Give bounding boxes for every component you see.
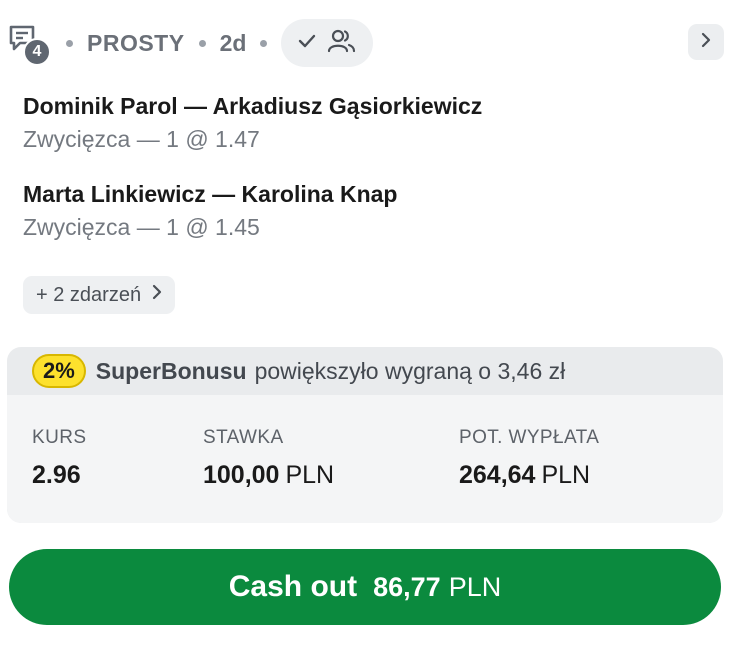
bet-type-label: PROSTY — [87, 29, 185, 56]
selection-list: Dominik Parol — Arkadiusz Gąsiorkiewicz … — [23, 90, 723, 266]
payout-label: POT. WYPŁATA — [459, 427, 600, 448]
people-icon — [327, 28, 357, 59]
bet-status-pill[interactable] — [281, 19, 374, 67]
next-button[interactable] — [688, 24, 724, 60]
check-icon — [297, 31, 317, 56]
separator-dot — [260, 39, 268, 47]
bonus-percent-badge: 2% — [32, 354, 86, 388]
more-events-label: + 2 zdarzeń — [36, 283, 142, 306]
chevron-right-icon — [699, 32, 713, 53]
selection-market: Zwycięzca — 1 @ 1.47 — [23, 126, 260, 152]
selection-event: Marta Linkiewicz — Karolina Knap — [23, 181, 398, 207]
payout-currency: PLN — [541, 461, 591, 489]
separator-dot — [198, 39, 206, 47]
payout-value-row: 264,64 PLN — [459, 461, 599, 490]
selection-count-badge: 4 — [23, 38, 51, 66]
bonus-text: powiększyło wygraną o 3,46 zł — [254, 357, 566, 384]
separator-dot — [66, 39, 73, 47]
stake-stat: STAWKA 100,00 PLN — [203, 427, 334, 490]
bet-stats: KURS 2.96 STAWKA 100,00 PLN POT. WYPŁATA … — [7, 395, 723, 523]
cashout-button[interactable]: Cash out 86,77 PLN — [9, 549, 721, 625]
more-events-button[interactable]: + 2 zdarzeń — [23, 276, 176, 314]
stake-label: STAWKA — [203, 427, 284, 448]
chevron-right-icon — [151, 283, 163, 307]
payout-value: 264,64 — [459, 461, 536, 489]
bet-age-label: 2d — [219, 29, 247, 56]
bet-header: 4 PROSTY 2d — [6, 18, 724, 68]
stake-value: 100,00 — [203, 461, 280, 489]
selection-item[interactable]: Dominik Parol — Arkadiusz Gąsiorkiewicz … — [23, 90, 723, 156]
payout-stat: POT. WYPŁATA 264,64 PLN — [459, 427, 599, 490]
selection-event: Dominik Parol — Arkadiusz Gąsiorkiewicz — [23, 93, 483, 119]
bet-summary-card: 2% SuperBonusu powiększyło wygraną o 3,4… — [7, 347, 723, 523]
bonus-name: SuperBonusu — [95, 357, 247, 384]
cashout-currency: PLN — [448, 571, 502, 602]
stake-currency: PLN — [285, 461, 335, 489]
bet-slip-icon: 4 — [6, 20, 52, 66]
odds-value: 2.96 — [32, 461, 81, 489]
cashout-amount: 86,77 — [373, 571, 441, 602]
odds-stat: KURS 2.96 — [32, 427, 86, 490]
superbonus-banner: 2% SuperBonusu powiększyło wygraną o 3,4… — [7, 347, 723, 395]
odds-label: KURS — [32, 427, 87, 448]
stake-value-row: 100,00 PLN — [203, 461, 334, 490]
selection-item[interactable]: Marta Linkiewicz — Karolina Knap Zwycięz… — [23, 178, 723, 244]
selection-market: Zwycięzca — 1 @ 1.45 — [23, 214, 260, 240]
cashout-label: Cash out — [228, 570, 358, 603]
